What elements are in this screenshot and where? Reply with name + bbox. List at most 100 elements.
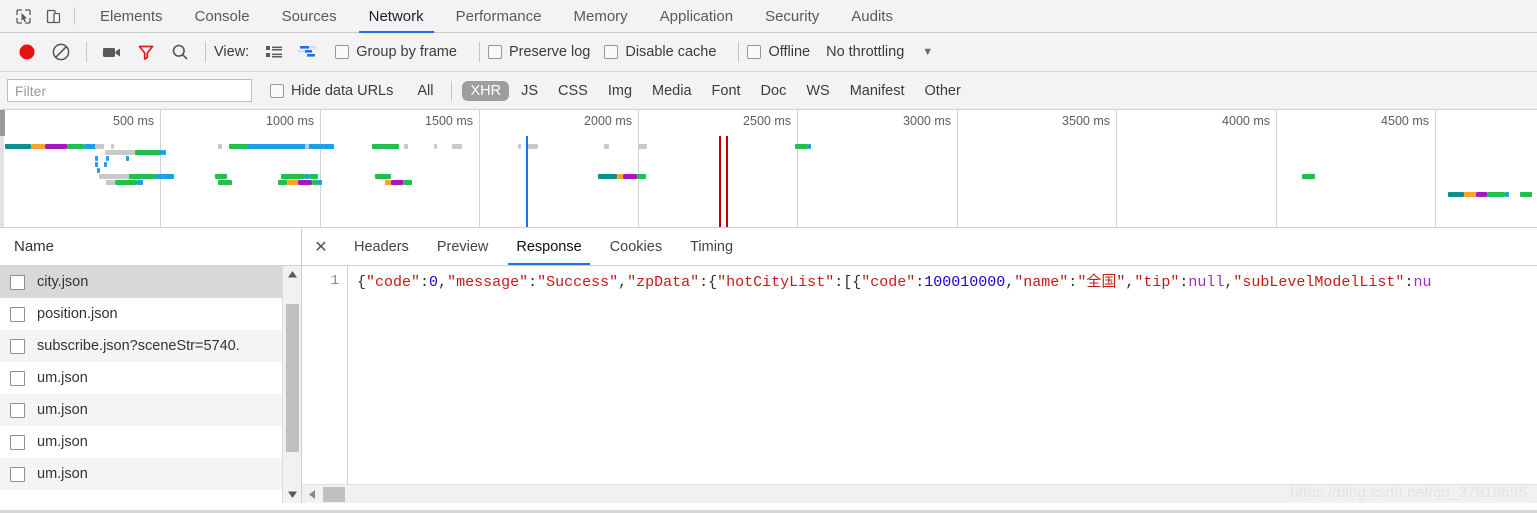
request-row-checkbox[interactable] — [10, 306, 25, 322]
tab-elements[interactable]: Elements — [84, 0, 179, 32]
overview-tick-label: 2000 ms — [584, 114, 632, 128]
filter-type-js[interactable]: JS — [513, 81, 546, 101]
overview-request-bar — [1505, 192, 1509, 197]
scrollbar-thumb[interactable] — [323, 486, 345, 502]
request-list-scrollbar[interactable] — [282, 266, 301, 503]
close-icon[interactable]: ✕ — [302, 228, 340, 265]
overview-tick-label: 2500 ms — [743, 114, 791, 128]
request-row-checkbox[interactable] — [10, 402, 25, 418]
clear-icon[interactable] — [44, 37, 78, 67]
overview-request-bar — [375, 174, 391, 179]
response-horizontal-scrollbar[interactable]: https://blog.csdn.net/qq_37819695 — [302, 484, 1537, 503]
disable-cache-checkbox[interactable]: Disable cache — [604, 44, 716, 60]
request-row[interactable]: position.json — [0, 298, 301, 330]
request-row[interactable]: um.json — [0, 458, 301, 490]
throttling-select[interactable]: No throttling — [826, 44, 904, 60]
overview-request-bar — [318, 180, 322, 185]
filter-type-font[interactable]: Font — [704, 81, 749, 101]
filter-type-img[interactable]: Img — [600, 81, 640, 101]
tab-audits[interactable]: Audits — [835, 0, 909, 32]
response-json-content[interactable]: {"code":0,"message":"Success","zpData":{… — [348, 266, 1537, 484]
filter-type-other[interactable]: Other — [917, 81, 969, 101]
tab-console[interactable]: Console — [179, 0, 266, 32]
request-row-name: um.json — [37, 402, 88, 418]
camera-icon[interactable] — [95, 37, 129, 67]
detail-tab-headers[interactable]: Headers — [340, 228, 423, 265]
list-view-icon[interactable] — [257, 37, 291, 67]
scroll-left-arrow-icon[interactable] — [302, 489, 321, 500]
filter-type-all[interactable]: All — [409, 81, 441, 101]
scroll-down-arrow-icon[interactable] — [283, 486, 301, 503]
overview-request-bar — [99, 174, 129, 179]
detail-tab-timing[interactable]: Timing — [676, 228, 747, 265]
filter-type-css[interactable]: CSS — [550, 81, 596, 101]
request-row[interactable]: city.json — [0, 266, 301, 298]
view-label: View: — [214, 44, 250, 60]
request-row[interactable]: subscribe.json?sceneStr=5740. — [0, 330, 301, 362]
request-row-checkbox[interactable] — [10, 370, 25, 386]
request-row-checkbox[interactable] — [10, 338, 25, 354]
toolbar-divider — [478, 42, 480, 62]
request-row[interactable]: um.json — [0, 426, 301, 458]
detail-tab-cookies[interactable]: Cookies — [596, 228, 676, 265]
filter-type-xhr[interactable]: XHR — [462, 80, 510, 101]
inspect-element-icon[interactable] — [8, 0, 38, 32]
network-overview-timeline[interactable]: 500 ms 1000 ms 1500 ms 2000 ms 2500 ms 3000 m… — [0, 110, 1537, 228]
request-row-checkbox[interactable] — [10, 274, 25, 290]
scroll-up-arrow-icon[interactable] — [283, 266, 301, 283]
overview-tick-label: 3000 ms — [903, 114, 951, 128]
overview-tick-label: 4500 ms — [1381, 114, 1429, 128]
tab-security[interactable]: Security — [749, 0, 835, 32]
waterfall-view-icon[interactable] — [291, 37, 325, 67]
json-token: : — [420, 274, 430, 291]
request-row[interactable]: um.json — [0, 394, 301, 426]
overview-request-bar — [95, 144, 104, 149]
overview-request-bar — [215, 174, 227, 179]
tab-sources[interactable]: Sources — [266, 0, 353, 32]
overview-gridline — [1435, 110, 1436, 227]
request-row[interactable]: um.json — [0, 362, 301, 394]
json-token: , — [618, 274, 628, 291]
tab-network[interactable]: Network — [353, 0, 440, 33]
overview-request-bar — [95, 156, 98, 161]
filter-type-ws[interactable]: WS — [798, 81, 837, 101]
overview-request-bar — [638, 144, 647, 149]
funnel-filter-icon[interactable] — [129, 37, 163, 67]
filter-type-media[interactable]: Media — [644, 81, 700, 101]
filter-type-manifest[interactable]: Manifest — [842, 81, 913, 101]
toolbar-divider — [74, 7, 75, 25]
dom-content-loaded-line — [526, 136, 528, 227]
overview-request-bar — [1487, 192, 1505, 197]
offline-checkbox[interactable]: Offline — [747, 44, 810, 60]
overview-request-bar — [106, 156, 109, 161]
overview-gridline — [160, 110, 161, 227]
record-button-icon[interactable] — [10, 37, 44, 67]
overview-tick-label: 3500 ms — [1062, 114, 1110, 128]
search-icon[interactable] — [163, 37, 197, 67]
line-number-gutter: 1 — [302, 266, 348, 484]
overview-request-bar — [281, 174, 305, 179]
request-row-checkbox[interactable] — [10, 466, 25, 482]
device-toolbar-icon[interactable] — [38, 0, 68, 32]
tab-application[interactable]: Application — [644, 0, 749, 32]
chevron-down-icon[interactable]: ▼ — [922, 46, 933, 58]
request-row-checkbox[interactable] — [10, 434, 25, 450]
filter-input[interactable] — [7, 79, 252, 102]
tab-memory[interactable]: Memory — [558, 0, 644, 32]
group-by-frame-checkbox[interactable]: Group by frame — [335, 44, 457, 60]
overview-request-bar — [598, 174, 617, 179]
toolbar-divider — [738, 42, 740, 62]
overview-request-bar — [372, 144, 399, 149]
scrollbar-thumb[interactable] — [286, 304, 299, 452]
detail-tab-response[interactable]: Response — [502, 228, 595, 265]
detail-tab-preview[interactable]: Preview — [423, 228, 503, 265]
tab-performance[interactable]: Performance — [440, 0, 558, 32]
filter-type-doc[interactable]: Doc — [753, 81, 795, 101]
overview-request-bar — [135, 150, 162, 155]
overview-tick-label: 4000 ms — [1222, 114, 1270, 128]
checkbox-box — [335, 45, 350, 59]
hide-data-urls-checkbox[interactable]: Hide data URLs — [270, 83, 393, 99]
preserve-log-checkbox[interactable]: Preserve log — [487, 44, 590, 60]
network-lower-panel: Name city.json position.json subscribe.jso… — [0, 228, 1537, 503]
json-token: :[{ — [834, 274, 862, 291]
